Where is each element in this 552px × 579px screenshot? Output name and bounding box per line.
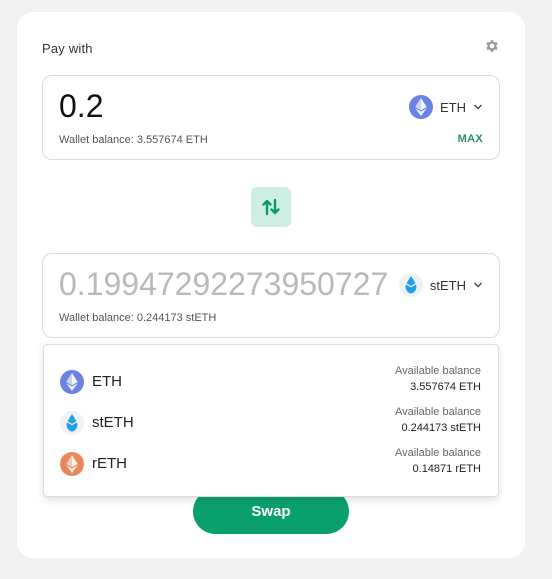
reth-icon <box>60 452 84 476</box>
eth-icon <box>409 95 433 119</box>
max-button[interactable]: MAX <box>458 133 483 145</box>
token-option-eth[interactable]: ETH Available balance 3.557674 ETH <box>44 359 498 400</box>
pay-token-symbol: ETH <box>440 99 466 115</box>
receive-wallet-balance: Wallet balance: 0.244173 stETH <box>59 312 217 324</box>
swap-arrows-icon <box>262 198 280 216</box>
token-option-reth[interactable]: rETH Available balance 0.14871 rETH <box>44 441 498 482</box>
eth-icon <box>60 370 84 394</box>
token-option-symbol: ETH <box>92 373 122 390</box>
pay-input-box: ETH Wallet balance: 3.557674 ETH MAX <box>42 75 500 160</box>
receive-token-symbol: stETH <box>429 277 466 293</box>
pay-amount-input[interactable] <box>59 88 389 125</box>
available-balance-value: 0.14871 rETH <box>412 463 481 475</box>
receive-amount-input[interactable] <box>59 266 389 303</box>
token-dropdown: ETH Available balance 3.557674 ETH stETH… <box>43 344 499 497</box>
swap-direction-button[interactable] <box>251 187 291 227</box>
pay-token-selector[interactable]: ETH <box>409 94 483 120</box>
receive-token-selector[interactable]: stETH <box>398 272 483 298</box>
token-option-symbol: stETH <box>92 414 134 431</box>
available-balance-label: Available balance <box>394 406 481 418</box>
available-balance-value: 3.557674 ETH <box>410 381 481 393</box>
pay-wallet-balance: Wallet balance: 3.557674 ETH <box>59 134 208 146</box>
available-balance-value: 0.244173 stETH <box>401 422 482 434</box>
chevron-down-icon <box>474 104 482 110</box>
token-option-steth[interactable]: stETH Available balance 0.244173 stETH <box>44 400 498 441</box>
token-option-symbol: rETH <box>92 455 127 472</box>
steth-icon <box>398 273 423 297</box>
chevron-down-icon <box>474 282 482 288</box>
steth-icon <box>60 411 84 435</box>
available-balance-label: Available balance <box>394 365 481 377</box>
receive-input-box: stETH Wallet balance: 0.244173 stETH <box>42 253 500 338</box>
gear-icon[interactable] <box>484 38 500 54</box>
available-balance-label: Available balance <box>394 447 481 459</box>
pay-with-label: Pay with <box>42 41 93 56</box>
